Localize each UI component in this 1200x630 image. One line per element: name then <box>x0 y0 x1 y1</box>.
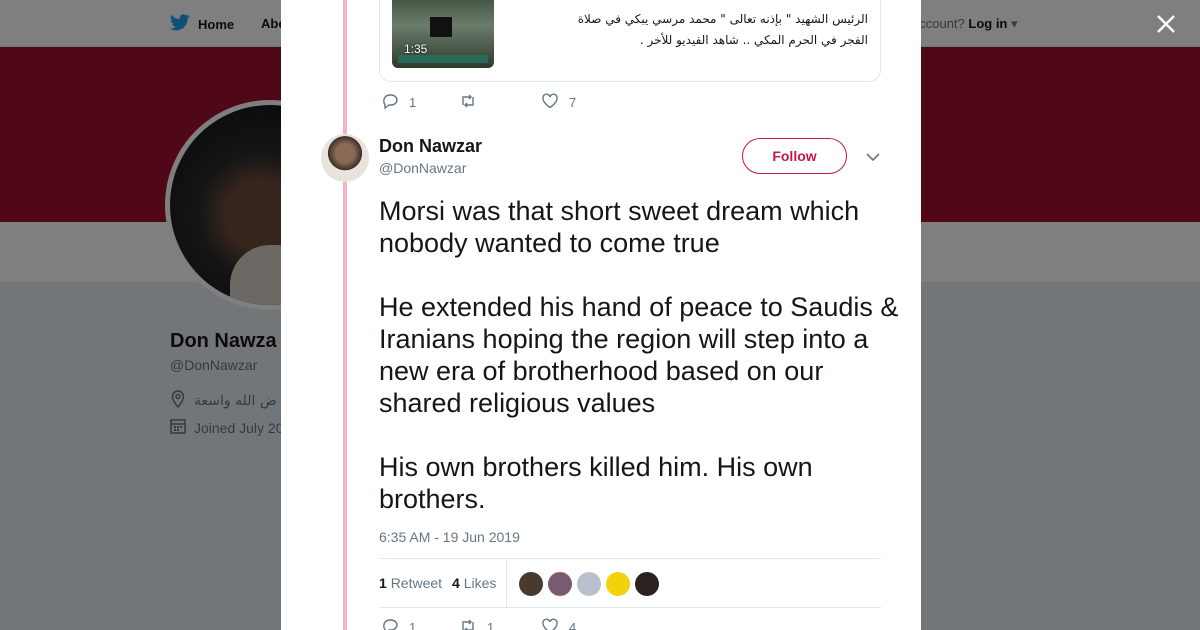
tweet-text: Morsi was that short sweet dream which n… <box>379 195 899 547</box>
tweet-paragraph-3: His own brothers killed him. His own bro… <box>379 452 813 514</box>
like-count: 7 <box>569 95 577 110</box>
stats-divider <box>506 559 507 607</box>
video-thumbnail[interactable]: 1:35 <box>392 0 494 68</box>
retweet-stat-label: Retweet <box>390 575 443 591</box>
like-action[interactable]: 4 <box>541 617 576 630</box>
retweet-count: 1 <box>487 620 495 630</box>
reply-count: 1 <box>409 620 417 630</box>
reply-icon <box>381 617 399 630</box>
like-stat[interactable]: 4 Likes <box>452 575 496 591</box>
retweet-stat-count: 1 <box>379 575 387 591</box>
retweet-icon <box>459 92 477 113</box>
follow-button[interactable]: Follow <box>742 138 847 174</box>
author-avatar[interactable] <box>321 134 369 182</box>
tweet-modal: 1:35 الرئيس الشهيد " بإذنه تعالى " محمد … <box>281 0 921 630</box>
retweet-action[interactable]: 1 <box>459 617 541 630</box>
reply-action[interactable]: 1 <box>381 617 459 630</box>
reply-icon <box>381 92 399 113</box>
like-action[interactable]: 7 <box>541 92 576 113</box>
tweet-paragraph-1: Morsi was that short sweet dream which n… <box>379 196 860 258</box>
close-icon[interactable] <box>1152 10 1180 38</box>
retweet-action[interactable] <box>459 92 541 113</box>
quoted-tweet-card[interactable]: 1:35 الرئيس الشهيد " بإذنه تعالى " محمد … <box>379 0 881 82</box>
tweet-timestamp[interactable]: 6:35 AM - 19 Jun 2019 <box>379 529 520 545</box>
quoted-text-line2: الفجر في الحرم المكي .. شاهد الفيديو للأ… <box>639 33 868 47</box>
quoted-tweet-text: الرئيس الشهيد " بإذنه تعالى " محمد مرسي … <box>500 0 868 51</box>
author-name[interactable]: Don Nawzar <box>379 136 482 157</box>
tweet-actions: 1 1 4 <box>381 617 576 630</box>
liker-avatar[interactable] <box>577 572 601 596</box>
retweet-icon <box>459 617 477 630</box>
like-count: 4 <box>569 620 577 630</box>
like-stat-count: 4 <box>452 575 460 591</box>
previous-tweet-actions: 1 7 <box>381 92 576 113</box>
quoted-text-line1: الرئيس الشهيد " بإذنه تعالى " محمد مرسي … <box>577 12 868 26</box>
chevron-down-icon[interactable] <box>865 150 881 162</box>
tweet-paragraph-2: He extended his hand of peace to Saudis … <box>379 292 899 418</box>
heart-icon <box>541 92 559 113</box>
retweet-stat[interactable]: 1 Retweet <box>379 575 442 591</box>
reply-action[interactable]: 1 <box>381 92 459 113</box>
like-stat-label: Likes <box>463 575 497 591</box>
author-handle[interactable]: @DonNawzar <box>379 160 466 176</box>
tweet-stats: 1 Retweet 4 Likes <box>379 558 881 608</box>
thread-line <box>343 0 347 630</box>
liker-avatar[interactable] <box>548 572 572 596</box>
reply-count: 1 <box>409 95 417 110</box>
likers-avatars <box>519 572 659 596</box>
video-thumbnail-image <box>430 17 452 37</box>
liker-avatar[interactable] <box>606 572 630 596</box>
heart-icon <box>541 617 559 630</box>
video-duration: 1:35 <box>404 42 428 56</box>
liker-avatar[interactable] <box>519 572 543 596</box>
video-caption-strip <box>398 55 488 63</box>
liker-avatar[interactable] <box>635 572 659 596</box>
